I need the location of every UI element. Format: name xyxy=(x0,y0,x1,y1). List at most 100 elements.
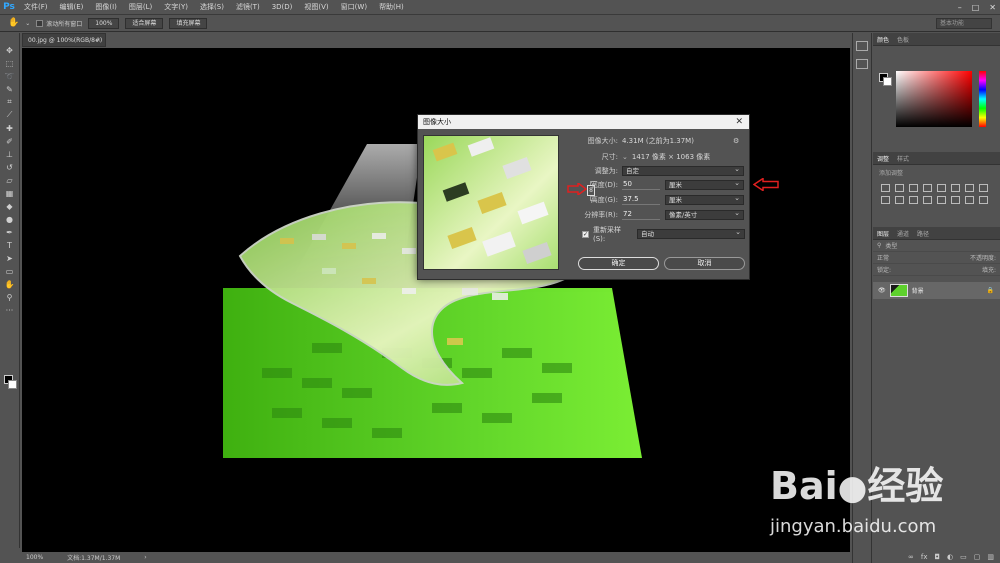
cancel-button[interactable]: 取消 xyxy=(664,257,745,270)
document-tab[interactable]: 00.jpg @ 100%(RGB/8#) × xyxy=(22,33,106,47)
black-white-icon[interactable] xyxy=(881,196,890,204)
resample-checkbox[interactable]: ✓ xyxy=(582,230,589,238)
zoom-100-button[interactable]: 100% xyxy=(88,17,120,29)
vibrance-icon[interactable] xyxy=(937,184,946,192)
hue-slider[interactable] xyxy=(979,71,986,127)
height-input[interactable]: 37.5 xyxy=(622,195,660,205)
stamp-tool-icon[interactable]: ⊥ xyxy=(3,149,17,159)
fit-screen-button[interactable]: 适合屏幕 xyxy=(125,17,164,29)
lasso-tool-icon[interactable]: ➰ xyxy=(3,71,17,81)
checkbox-box[interactable] xyxy=(36,19,44,27)
close-icon[interactable]: ✕ xyxy=(735,115,743,129)
history-brush-tool-icon[interactable]: ↺ xyxy=(3,162,17,172)
history-panel-icon[interactable] xyxy=(856,41,868,51)
color-picker-field[interactable] xyxy=(896,71,972,127)
tab-layers[interactable]: 图层 xyxy=(877,229,889,238)
menu-layer[interactable]: 图层(L) xyxy=(123,0,158,15)
chevron-down-icon[interactable]: ⌄ xyxy=(622,153,628,161)
menu-help[interactable]: 帮助(H) xyxy=(373,0,410,15)
close-icon[interactable]: × xyxy=(96,34,101,47)
chevron-down-icon[interactable]: ⌄ xyxy=(25,20,30,27)
fill-screen-button[interactable]: 填充屏幕 xyxy=(169,17,208,29)
zoom-tool-icon[interactable]: ⚲ xyxy=(3,292,17,302)
fx-icon[interactable]: fx xyxy=(921,553,928,561)
pen-tool-icon[interactable]: ✒ xyxy=(3,227,17,237)
workspace-select[interactable]: 基本功能 xyxy=(936,18,992,29)
kind-filter-select[interactable]: 类型 xyxy=(885,241,897,250)
maximize-icon[interactable]: □ xyxy=(972,3,980,12)
invert-icon[interactable] xyxy=(937,196,946,204)
selective-color-icon[interactable] xyxy=(979,196,988,204)
posterize-icon[interactable] xyxy=(951,196,960,204)
menu-view[interactable]: 视图(V) xyxy=(298,0,334,15)
status-arrow-icon[interactable]: › xyxy=(144,554,146,561)
width-input[interactable]: 50 xyxy=(622,180,660,190)
resolution-input[interactable]: 72 xyxy=(622,210,660,220)
height-unit-select[interactable]: 厘米 xyxy=(665,194,744,205)
blur-tool-icon[interactable]: ◆ xyxy=(3,201,17,211)
brightness-icon[interactable] xyxy=(881,184,890,192)
minimize-icon[interactable]: – xyxy=(958,3,962,12)
mask-icon[interactable]: ◘ xyxy=(934,553,940,561)
resample-select[interactable]: 自动 xyxy=(637,228,745,239)
menu-window[interactable]: 窗口(W) xyxy=(335,0,373,15)
more-tools-icon[interactable]: ··· xyxy=(3,305,17,315)
menu-filter[interactable]: 滤镜(T) xyxy=(230,0,266,15)
adjustment-layer-icon[interactable]: ◐ xyxy=(947,553,953,561)
tab-adjustments[interactable]: 调整 xyxy=(877,154,889,163)
tab-styles[interactable]: 样式 xyxy=(897,154,909,163)
exposure-icon[interactable] xyxy=(923,184,932,192)
ok-button[interactable]: 确定 xyxy=(578,257,659,270)
curves-icon[interactable] xyxy=(909,184,918,192)
levels-icon[interactable] xyxy=(895,184,904,192)
gradient-tool-icon[interactable]: ▦ xyxy=(3,188,17,198)
resolution-unit-select[interactable]: 像素/英寸 xyxy=(665,209,744,220)
dodge-tool-icon[interactable]: ● xyxy=(3,214,17,224)
layer-row-background[interactable]: 👁 背景 🔒 xyxy=(873,282,1000,299)
crop-tool-icon[interactable]: ⌗ xyxy=(3,97,17,107)
menu-type[interactable]: 文字(Y) xyxy=(158,0,194,15)
menu-edit[interactable]: 编辑(E) xyxy=(54,0,90,15)
properties-panel-icon[interactable] xyxy=(856,59,868,69)
hue-saturation-icon[interactable] xyxy=(965,184,974,192)
path-select-tool-icon[interactable]: ➤ xyxy=(3,253,17,263)
color-balance-icon[interactable] xyxy=(979,184,988,192)
eyedropper-tool-icon[interactable]: ⟋ xyxy=(3,110,17,120)
blend-mode-select[interactable]: 正常 xyxy=(877,253,889,262)
gear-icon[interactable]: ⚙ xyxy=(733,137,739,145)
zoom-level[interactable]: 100% xyxy=(26,554,43,561)
gradient-map-icon[interactable] xyxy=(951,184,960,192)
channel-mixer-icon[interactable] xyxy=(909,196,918,204)
tab-swatches[interactable]: 色板 xyxy=(897,35,909,44)
move-tool-icon[interactable]: ✥ xyxy=(3,45,17,55)
link-layers-icon[interactable]: ∞ xyxy=(908,553,914,561)
background-color-swatch[interactable] xyxy=(883,77,892,86)
image-preview[interactable] xyxy=(423,135,559,270)
menu-image[interactable]: 图像(I) xyxy=(89,0,123,15)
eye-icon[interactable]: 👁 xyxy=(878,287,886,294)
folder-icon[interactable]: ▭ xyxy=(960,553,967,561)
type-tool-icon[interactable]: T xyxy=(3,240,17,250)
scroll-all-windows-checkbox[interactable]: 滚动所有窗口 xyxy=(36,19,82,28)
threshold-icon[interactable] xyxy=(965,196,974,204)
background-color-swatch[interactable] xyxy=(8,380,17,389)
fit-to-select[interactable]: 自定 xyxy=(622,165,744,176)
menu-3d[interactable]: 3D(D) xyxy=(266,0,299,15)
width-unit-select[interactable]: 厘米 xyxy=(665,179,744,190)
hand-tool-icon[interactable]: ✋ xyxy=(3,279,17,289)
hand-tool-icon[interactable]: ✋ xyxy=(8,18,19,28)
quick-select-tool-icon[interactable]: ✎ xyxy=(3,84,17,94)
tab-channels[interactable]: 通道 xyxy=(897,229,909,238)
menu-select[interactable]: 选择(S) xyxy=(194,0,230,15)
healing-brush-tool-icon[interactable]: ✚ xyxy=(3,123,17,133)
close-icon[interactable]: ✕ xyxy=(989,3,996,12)
new-layer-icon[interactable]: ▢ xyxy=(974,553,981,561)
rectangle-tool-icon[interactable]: ▭ xyxy=(3,266,17,276)
color-lookup-icon[interactable] xyxy=(923,196,932,204)
brush-tool-icon[interactable]: ✐ xyxy=(3,136,17,146)
tab-color[interactable]: 颜色 xyxy=(877,35,889,44)
marquee-tool-icon[interactable]: ⬚ xyxy=(3,58,17,68)
trash-icon[interactable]: ▥ xyxy=(987,553,994,561)
menu-file[interactable]: 文件(F) xyxy=(18,0,54,15)
photo-filter-icon[interactable] xyxy=(895,196,904,204)
